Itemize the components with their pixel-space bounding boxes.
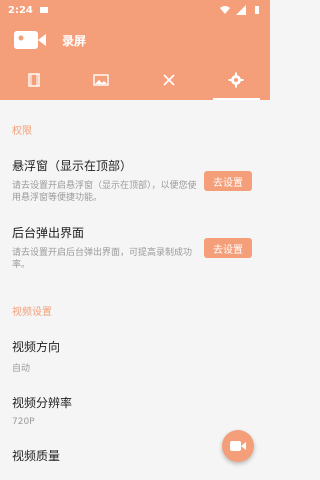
- video-camera-icon: [230, 441, 246, 451]
- app-bar: 录屏: [0, 20, 270, 60]
- gear-icon: [228, 72, 244, 88]
- setting-title: 视频方向: [12, 340, 61, 354]
- go-settings-button[interactable]: 去设置: [204, 171, 252, 191]
- tab-tools[interactable]: [135, 60, 203, 100]
- video-icon: [28, 73, 40, 87]
- tab-settings[interactable]: [203, 60, 271, 100]
- settings-content: 权限 悬浮窗（显示在顶部） 请去设置开启悬浮窗（显示在顶部），以便您使用悬浮窗等…: [0, 100, 270, 480]
- tab-bar: [0, 60, 270, 100]
- go-settings-button[interactable]: 去设置: [204, 238, 252, 258]
- setting-background-popup[interactable]: 后台弹出界面 请去设置开启后台弹出界面，可提高录制成功率。 去设置: [0, 214, 270, 281]
- setting-floating-window[interactable]: 悬浮窗（显示在顶部） 请去设置开启悬浮窗（显示在顶部），以便您使用悬浮窗等便捷功…: [0, 147, 270, 214]
- app-title: 录屏: [62, 33, 87, 48]
- tab-videos[interactable]: [0, 60, 68, 100]
- setting-value: 自动: [12, 364, 31, 374]
- notification-icon: [39, 7, 48, 13]
- setting-title: 视频分辨率: [12, 396, 73, 410]
- setting-desc: 请去设置开启后台弹出界面，可提高录制成功率。: [12, 248, 193, 270]
- record-fab[interactable]: [222, 430, 254, 462]
- setting-video-orientation[interactable]: 视频方向 自动: [0, 328, 270, 384]
- status-bar: 2:24: [0, 0, 270, 20]
- status-time: 2:24: [8, 4, 33, 16]
- image-icon: [93, 74, 109, 86]
- wifi-icon: [220, 6, 230, 14]
- signal-icon: [236, 5, 246, 15]
- app-logo: [12, 28, 48, 52]
- section-video-settings: 视频设置: [12, 307, 52, 318]
- setting-video-resolution[interactable]: 视频分辨率 720P: [0, 384, 270, 437]
- tools-icon: [163, 74, 175, 86]
- tab-images[interactable]: [68, 60, 136, 100]
- setting-title: 视频质量: [12, 449, 61, 463]
- setting-desc: 请去设置开启悬浮窗（显示在顶部），以便您使用悬浮窗等便捷功能。: [12, 181, 197, 203]
- setting-value: 720P: [12, 417, 35, 427]
- battery-icon: [255, 6, 259, 14]
- section-permissions: 权限: [12, 126, 32, 137]
- video-camera-icon: [14, 31, 46, 49]
